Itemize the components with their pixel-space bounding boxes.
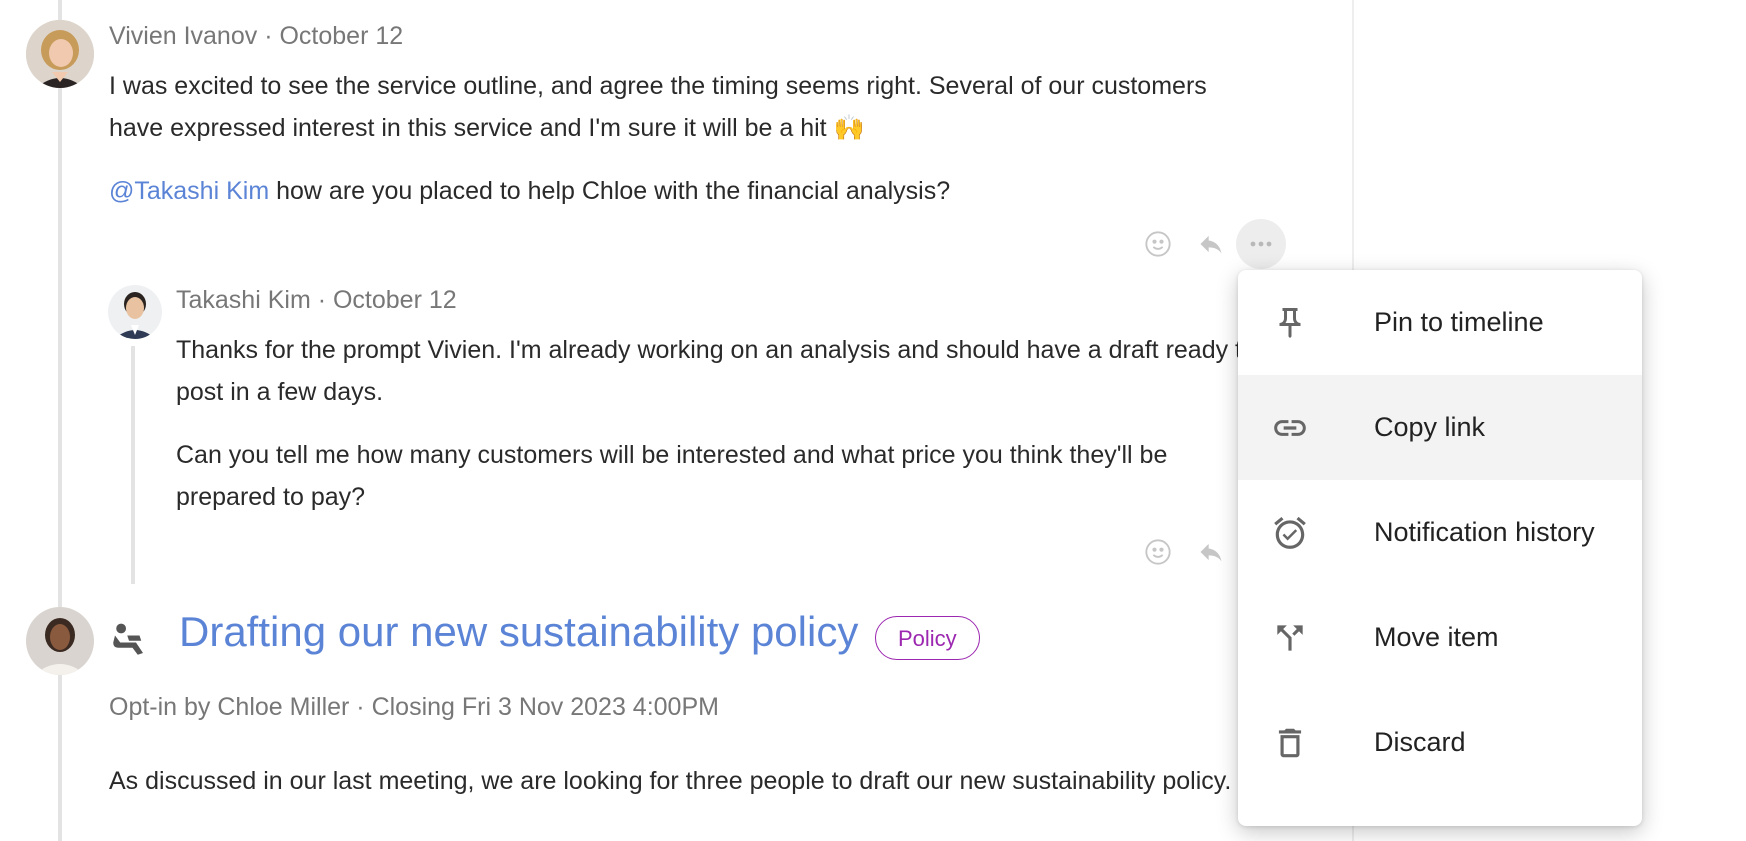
thread-line [58, 0, 62, 841]
opt-in-icon [108, 618, 150, 660]
menu-item-label: Notification history [1374, 517, 1595, 547]
context-menu: Pin to timeline Copy link Notification h… [1238, 270, 1642, 826]
comment-text: how are you placed to help Chloe with th… [269, 177, 951, 205]
comment-body-mention: @Takashi Kim how are you placed to help … [109, 170, 1219, 212]
menu-item-label: Copy link [1374, 412, 1486, 442]
comment-header: Vivien Ivanov · October 12 [109, 22, 403, 51]
call-split-icon [1268, 616, 1312, 660]
comment-body: I was excited to see the service outline… [109, 72, 1207, 142]
menu-item-label: Pin to timeline [1374, 307, 1544, 337]
avatar-chloe[interactable] [26, 607, 94, 675]
post-type-badge: Policy [875, 616, 980, 660]
meta-separator: · [257, 22, 280, 50]
menu-item-pin[interactable]: Pin to timeline [1238, 270, 1642, 375]
mention-link[interactable]: @Takashi Kim [109, 177, 269, 205]
menu-item-notification-history[interactable]: Notification history [1238, 480, 1642, 585]
meta-separator: · [310, 286, 333, 314]
reply-body-1: Thanks for the prompt Vivien. I'm alread… [176, 336, 1256, 406]
reply-header: Takashi Kim · October 12 [176, 286, 457, 315]
pin-icon [1268, 301, 1312, 345]
reply-button[interactable] [1196, 229, 1226, 259]
alarm-icon [1268, 511, 1312, 555]
comment-date[interactable]: October 12 [279, 22, 403, 50]
emoji-icon [1145, 539, 1171, 565]
post-body: As discussed in our last meeting, we are… [109, 767, 1232, 795]
emoji-icon [1145, 231, 1171, 257]
reply-icon [1200, 543, 1222, 562]
more-options-button[interactable] [1236, 219, 1286, 269]
trash-icon [1268, 721, 1312, 765]
post-title[interactable]: Drafting our new sustainability policy [179, 608, 858, 656]
menu-item-move[interactable]: Move item [1238, 585, 1642, 690]
link-icon [1268, 406, 1312, 450]
reply-date[interactable]: October 12 [333, 286, 457, 314]
menu-item-label: Move item [1374, 622, 1499, 652]
reply-reply-button[interactable] [1196, 537, 1226, 567]
menu-item-discard[interactable]: Discard [1238, 690, 1642, 795]
menu-item-copy-link[interactable]: Copy link [1238, 375, 1642, 480]
post-meta: Opt-in by Chloe Miller · Closing Fri 3 N… [109, 693, 719, 721]
reply-icon [1200, 235, 1222, 254]
react-button[interactable] [1143, 229, 1173, 259]
avatar-vivien[interactable] [26, 20, 94, 88]
reply-author[interactable]: Takashi Kim [176, 286, 311, 314]
reply-react-button[interactable] [1143, 537, 1173, 567]
menu-item-label: Discard [1374, 727, 1466, 757]
reply-body-2: Can you tell me how many customers will … [176, 441, 1168, 511]
comment-author[interactable]: Vivien Ivanov [109, 22, 257, 50]
reply-thread-line [131, 346, 135, 584]
avatar-takashi[interactable] [108, 285, 162, 339]
more-horizontal-icon [1250, 241, 1272, 247]
